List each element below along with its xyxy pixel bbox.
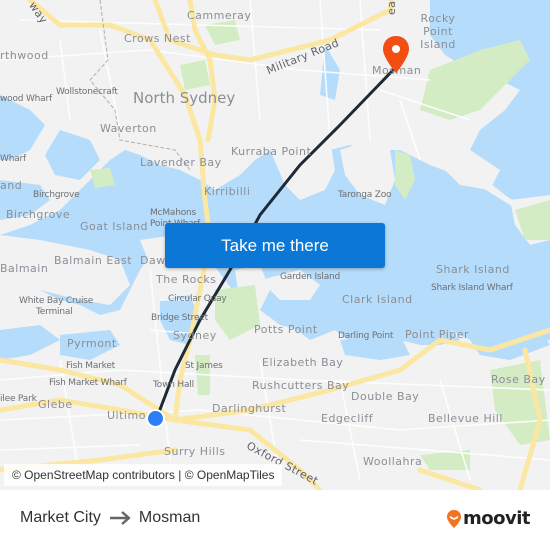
map-label: Taronga Zoo xyxy=(338,190,392,200)
map-label: Wharf xyxy=(0,154,26,164)
moovit-logo[interactable]: moovit xyxy=(446,508,531,529)
map-label: Pyrmont xyxy=(67,337,117,350)
map-label: Ultimo xyxy=(107,409,146,422)
map-label: Rose Bay xyxy=(491,373,546,386)
map-label: Point Piper xyxy=(405,328,470,341)
map-label: Birchgrove xyxy=(6,208,71,221)
map-label: Shark Island Wharf xyxy=(431,283,513,293)
map-label: Balmain East xyxy=(54,254,133,267)
map-label: North Sydney xyxy=(133,89,236,107)
map-label: Edgecliff xyxy=(321,412,374,425)
map-label: Bellevue Hill xyxy=(428,412,503,425)
arrow-right-icon xyxy=(109,511,131,525)
map-label: Terminal xyxy=(36,307,73,317)
map-label: Cammeray xyxy=(187,9,252,22)
map-label: ilee Park xyxy=(0,394,37,404)
map-label: Rushcutters Bay xyxy=(252,379,350,392)
map-label: Bridge Street xyxy=(151,313,208,323)
map-label: Waverton xyxy=(100,122,157,135)
map-label: Fish Market xyxy=(66,361,116,371)
origin-label: Market City xyxy=(20,509,101,526)
map-label: Wollstonecraft xyxy=(56,87,118,97)
map-label: Crows Nest xyxy=(124,32,191,45)
footer-bar: Market City Mosman moovit xyxy=(0,490,550,550)
map-label: Shark Island xyxy=(436,263,510,276)
origin-dot[interactable] xyxy=(146,409,165,428)
street-label: ead xyxy=(385,0,398,15)
take-me-there-button[interactable]: Take me there xyxy=(165,223,385,268)
map-label: Kirribilli xyxy=(204,185,251,198)
map-label: Rocky Point Island xyxy=(420,12,456,51)
map-label: Kurraba Point xyxy=(231,145,312,158)
moovit-pin-icon xyxy=(447,509,461,528)
map-label: Town Hall xyxy=(153,380,194,390)
map-label: Double Bay xyxy=(351,390,420,403)
map-label: rthwood xyxy=(0,49,49,62)
map-view[interactable]: Cammeray Crows Nest North Sydney Wollsto… xyxy=(0,0,550,490)
map-label: Birchgrove xyxy=(33,190,80,200)
destination-label: Mosman xyxy=(138,509,201,526)
map-label: Elizabeth Bay xyxy=(262,356,344,369)
map-pin-icon[interactable] xyxy=(381,35,411,75)
map-label: Darlinghurst xyxy=(212,402,287,415)
map-label: and xyxy=(0,179,23,192)
map-label: White Bay Cruise xyxy=(19,296,94,306)
map-label: Darling Point xyxy=(338,331,394,341)
map-label: Balmain xyxy=(0,262,49,275)
map-label: wood Wharf xyxy=(0,94,52,104)
map-label: St James xyxy=(185,361,223,371)
map-label: Woollahra xyxy=(363,455,423,468)
map-label: Lavender Bay xyxy=(140,156,222,169)
map-label: Fish Market Wharf xyxy=(49,378,127,388)
map-label: Dawes Point xyxy=(140,255,165,266)
map-label: Garden Island xyxy=(280,272,341,282)
map-label: Glebe xyxy=(38,398,73,411)
map-label: The Rocks xyxy=(156,273,217,286)
map-label: Potts Point xyxy=(254,323,318,336)
map-label: Goat Island xyxy=(80,220,149,233)
map-label: Circular Quay xyxy=(168,294,227,304)
map-label: Surry Hills xyxy=(164,445,226,458)
route-summary: Market City Mosman xyxy=(20,509,200,527)
map-attribution[interactable]: © OpenStreetMap contributors | © OpenMap… xyxy=(4,464,283,486)
brand-wordmark: moovit xyxy=(463,508,531,529)
map-label: Clark Island xyxy=(342,293,413,306)
map-label: Sydney xyxy=(173,329,217,342)
